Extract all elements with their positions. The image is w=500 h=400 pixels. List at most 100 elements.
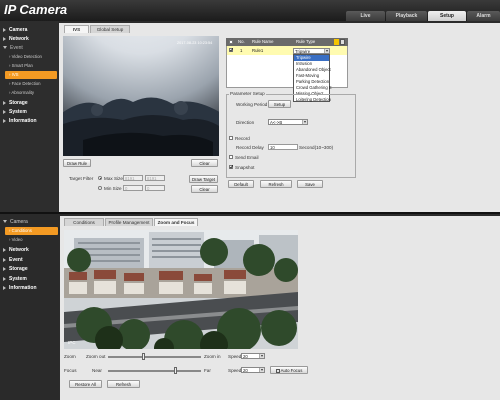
col-no: No. [238, 39, 245, 44]
clear-rule-button[interactable]: Clear [191, 159, 218, 167]
record-checkbox[interactable] [229, 136, 233, 140]
select-all-checkbox[interactable] [229, 40, 233, 44]
max-size-label: Max Size [104, 176, 123, 181]
tab-ivs[interactable]: IVS [64, 25, 89, 33]
expand-arrow-icon [3, 109, 6, 114]
sidebar-item-system[interactable]: System [3, 276, 27, 282]
focus-slider-thumb[interactable] [174, 367, 177, 374]
sidebar-item-system[interactable]: System [3, 109, 27, 115]
snapshot-checkbox[interactable] [229, 165, 233, 169]
snapshot-label: Snapshot [235, 165, 255, 170]
auto-focus-button[interactable]: Auto Focus [270, 366, 308, 374]
sidebar-item-camera[interactable]: Camera [3, 219, 28, 225]
tab-profile-management[interactable]: Profile Management [105, 218, 153, 226]
min-size-radio[interactable] [98, 186, 102, 190]
working-period-setup-button[interactable]: Setup [268, 100, 291, 108]
tab-playback[interactable]: Playback [386, 11, 427, 21]
expand-arrow-icon [3, 27, 6, 32]
chevron-down-icon [259, 368, 264, 372]
record-delay-input[interactable]: 10 [268, 144, 298, 150]
screenshot-divider [0, 212, 500, 214]
rule-name: Rule1 [252, 48, 264, 53]
add-rule-icon[interactable] [334, 39, 339, 45]
tab-live[interactable]: Live [346, 11, 385, 21]
expand-arrow-icon [3, 118, 6, 123]
ivs-video-preview[interactable] [63, 36, 219, 156]
sidebar-sub-ivs[interactable]: › IVS [5, 71, 57, 79]
sidebar-item-storage[interactable]: Storage [3, 266, 28, 272]
focus-label: Focus [64, 368, 77, 373]
near-label: Near [92, 368, 102, 373]
zoom-in-label: Zoom in [204, 354, 221, 359]
expand-arrow-icon [3, 100, 6, 105]
zoom-label: Zoom [64, 354, 76, 359]
tab-conditions[interactable]: Conditions [64, 218, 104, 226]
restore-all-button[interactable]: Restore All [69, 380, 102, 388]
sidebar-sub-smart-plan[interactable]: › Smart Plan [9, 63, 33, 68]
max-size-width-input[interactable]: 8191 [123, 175, 143, 181]
tab-setup[interactable]: Setup [428, 11, 466, 21]
refresh-button[interactable]: Refresh [260, 180, 292, 188]
tab-alarm[interactable]: Alarm [467, 11, 500, 21]
sidebar-sub-video-detection[interactable]: › Video Detection [9, 54, 42, 59]
record-label: Record [235, 136, 250, 141]
record-delay-unit: Second(10~300) [299, 145, 334, 150]
sidebar-item-network[interactable]: Network [3, 36, 29, 42]
rule-no: 1 [240, 48, 243, 53]
max-size-radio[interactable] [98, 176, 102, 180]
fisheye-scene [63, 36, 219, 156]
default-button[interactable]: Default [228, 180, 254, 188]
tab-global-setup[interactable]: Global Setup [90, 25, 130, 33]
city-scene [64, 230, 298, 349]
auto-focus-icon [275, 368, 280, 373]
expand-arrow-icon [3, 276, 6, 281]
delete-rule-icon[interactable] [340, 39, 345, 45]
zoom-slider-thumb[interactable] [142, 353, 145, 360]
col-rule-type: Rule Type [296, 39, 316, 44]
draw-target-button[interactable]: Draw Target [189, 175, 218, 183]
sidebar-item-event[interactable]: Event [3, 45, 23, 51]
clear-target-button[interactable]: Clear [191, 185, 218, 193]
record-delay-label: Record Delay [236, 145, 264, 150]
sidebar-item-information[interactable]: Information [3, 118, 37, 124]
chevron-down-icon [324, 49, 329, 53]
sidebar-item-network[interactable]: Network [3, 247, 29, 253]
tab-zoom-and-focus[interactable]: Zoom and Focus [154, 218, 198, 226]
live-video-preview[interactable] [64, 230, 298, 349]
chevron-down-icon [259, 354, 264, 358]
save-button[interactable]: Save [297, 180, 323, 188]
col-rule-name: Rule Name [252, 39, 274, 44]
send-email-checkbox[interactable] [229, 155, 233, 159]
refresh-zoom-button[interactable]: Refresh [107, 380, 140, 388]
video-osd-label: IPC [68, 340, 76, 345]
expand-arrow-icon [3, 266, 6, 271]
sidebar-sub-conditions[interactable]: › Conditions [5, 227, 58, 235]
min-size-width-input[interactable]: 0 [123, 185, 143, 191]
sidebar-sub-video[interactable]: › Video [9, 237, 23, 242]
sidebar-item-camera[interactable]: Camera [3, 27, 27, 33]
zoom-speed-select[interactable]: 20 [241, 353, 265, 359]
focus-speed-label: Speed [228, 368, 242, 373]
rule-enable-checkbox[interactable] [229, 48, 233, 52]
parameter-setup-title: Parameter Setup [229, 91, 266, 96]
sidebar-item-storage[interactable]: Storage [3, 100, 28, 106]
draw-rule-button[interactable]: Draw Rule [63, 159, 91, 167]
direction-select[interactable]: A<->B [268, 119, 308, 125]
collapse-arrow-icon [3, 220, 7, 224]
focus-speed-select[interactable]: 20 [241, 367, 265, 373]
expand-arrow-icon [3, 36, 6, 41]
chevron-down-icon [302, 120, 307, 124]
zoom-slider-track[interactable] [108, 356, 201, 358]
sidebar-item-information[interactable]: Information [3, 285, 37, 291]
working-period-label: Working Period [236, 102, 268, 107]
send-email-label: Send Email [235, 155, 259, 160]
min-size-height-input[interactable]: 0 [145, 185, 165, 191]
expand-arrow-icon [3, 257, 6, 262]
sidebar-sub-face-detection[interactable]: › Face Detection [9, 81, 41, 86]
focus-slider-track[interactable] [108, 370, 201, 372]
sidebar-sub-abnormality[interactable]: › Abnormality [9, 90, 34, 95]
expand-arrow-icon [3, 247, 6, 252]
max-size-height-input[interactable]: 8191 [145, 175, 165, 181]
sidebar-item-event[interactable]: Event [3, 257, 23, 263]
collapse-arrow-icon [3, 46, 7, 50]
